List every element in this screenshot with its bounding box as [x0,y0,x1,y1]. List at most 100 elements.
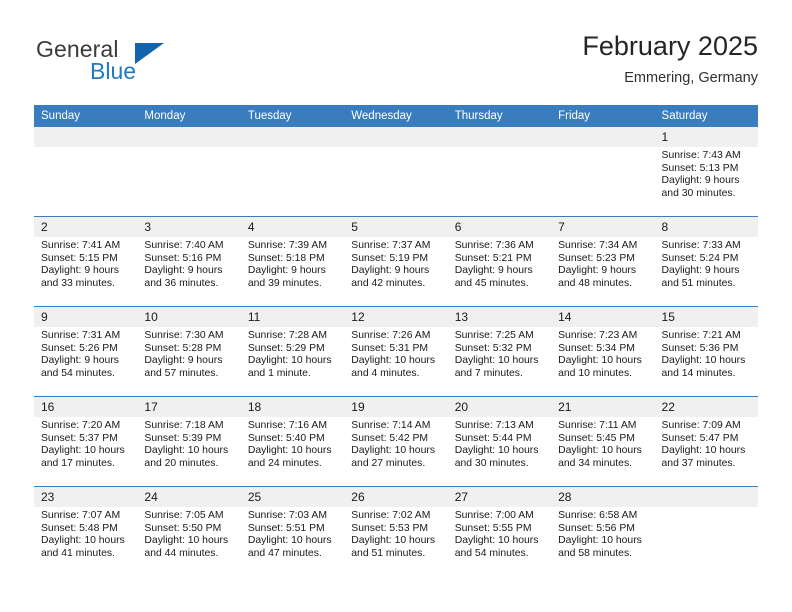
day-sun-info: Sunrise: 7:39 AM Sunset: 5:18 PM Daylight:… [241,237,344,290]
calendar-page: General Blue February 2025 Emmering, Ger… [0,0,792,612]
calendar-day-cell[interactable]: 6 Sunrise: 7:36 AM Sunset: 5:21 PM Daylight… [447,216,552,307]
day-daylight1-text: Daylight: 9 hours [247,265,326,277]
day-number: 24 [137,487,241,507]
calendar-day-cell[interactable]: 1 Sunrise: 7:43 AM Sunset: 5:13 PM Daylight… [654,127,758,217]
day-sunrise-text: Sunrise: 7:37 AM [351,240,431,251]
day-sun-info: Sunrise: 6:58 AM Sunset: 5:56 PM Daylight:… [551,507,654,560]
day-daylight1-text: Daylight: 10 hours [558,445,642,457]
day-sun-info: Sunrise: 7:28 AM Sunset: 5:29 PM Daylight:… [241,327,344,380]
day-number: 26 [344,487,448,507]
calendar-day-cell[interactable]: 19 Sunrise: 7:14 AM Sunset: 5:42 PM Dayligh… [344,396,448,487]
day-daylight2-text: and 42 minutes. [351,277,426,289]
calendar-day-cell[interactable]: 22 Sunrise: 7:09 AM Sunset: 5:47 PM Dayligh… [654,396,758,487]
calendar-day-cell[interactable]: 26 Sunrise: 7:02 AM Sunset: 5:53 PM Dayligh… [344,486,448,576]
calendar-cell-empty [654,486,758,576]
day-number: 4 [240,217,345,237]
day-number: 21 [551,397,655,417]
calendar-day-cell[interactable]: 27 Sunrise: 7:00 AM Sunset: 5:55 PM Dayligh… [447,486,552,576]
day-sunrise-text: Sunrise: 6:58 AM [558,510,638,521]
day-daylight1-text: Daylight: 9 hours [558,265,637,277]
weekday-header-row: Sunday Monday Tuesday Wednesday Thursday… [34,105,758,127]
day-number: 16 [34,397,138,417]
day-number: 1 [654,127,758,147]
day-sunset-text: Sunset: 5:45 PM [558,432,635,444]
calendar-day-cell[interactable]: 5 Sunrise: 7:37 AM Sunset: 5:19 PM Daylight… [344,216,448,307]
calendar-day-cell[interactable]: 7 Sunrise: 7:34 AM Sunset: 5:23 PM Daylight… [551,216,655,307]
day-sun-info: Sunrise: 7:03 AM Sunset: 5:51 PM Daylight:… [241,507,344,560]
day-daylight2-text: and 45 minutes. [454,277,529,289]
calendar-week-row: 16 Sunrise: 7:20 AM Sunset: 5:37 PM Dayligh… [34,396,758,487]
day-sunrise-text: Sunrise: 7:07 AM [41,510,121,521]
day-daylight1-text: Daylight: 10 hours [454,535,539,547]
calendar-day-cell[interactable]: 28 Sunrise: 6:58 AM Sunset: 5:56 PM Dayligh… [551,486,655,576]
day-sun-info: Sunrise: 7:14 AM Sunset: 5:42 PM Daylight:… [344,417,447,470]
day-sunset-text: Sunset: 5:31 PM [351,342,429,354]
calendar-day-cell[interactable]: 14 Sunrise: 7:23 AM Sunset: 5:34 PM Dayligh… [551,306,655,397]
day-daylight1-text: Daylight: 10 hours [41,535,125,547]
calendar-week-row: 23 Sunrise: 7:07 AM Sunset: 5:48 PM Dayligh… [34,486,758,576]
calendar-day-cell[interactable]: 21 Sunrise: 7:11 AM Sunset: 5:45 PM Dayligh… [551,396,655,487]
day-daylight1-text: Daylight: 9 hours [144,355,223,367]
day-daylight2-text: and 36 minutes. [144,277,219,289]
calendar-day-cell[interactable]: 25 Sunrise: 7:03 AM Sunset: 5:51 PM Dayligh… [240,486,345,576]
calendar-day-cell[interactable]: 13 Sunrise: 7:25 AM Sunset: 5:32 PM Dayligh… [447,306,552,397]
day-daylight1-text: Daylight: 10 hours [247,355,332,367]
day-daylight1-text: Daylight: 10 hours [247,445,332,457]
day-daylight2-text: and 57 minutes. [144,367,219,379]
calendar-cell-empty [137,127,241,217]
day-sunrise-text: Sunrise: 7:39 AM [247,240,327,251]
calendar-day-cell[interactable]: 17 Sunrise: 7:18 AM Sunset: 5:39 PM Dayligh… [137,396,241,487]
day-sun-info: Sunrise: 7:13 AM Sunset: 5:44 PM Daylight:… [448,417,551,470]
calendar-day-cell[interactable]: 4 Sunrise: 7:39 AM Sunset: 5:18 PM Daylight… [240,216,345,307]
calendar-body: 1 Sunrise: 7:43 AM Sunset: 5:13 PM Daylight… [34,127,758,576]
day-daylight2-text: and 10 minutes. [558,367,633,379]
day-daylight2-text: and 54 minutes. [454,547,529,559]
day-sunrise-text: Sunrise: 7:18 AM [144,420,224,431]
calendar-day-cell[interactable]: 16 Sunrise: 7:20 AM Sunset: 5:37 PM Dayligh… [34,396,138,487]
calendar-day-cell[interactable]: 9 Sunrise: 7:31 AM Sunset: 5:26 PM Daylight… [34,306,138,397]
day-sunset-text: Sunset: 5:19 PM [351,252,429,264]
day-number: 17 [137,397,241,417]
day-sun-info: Sunrise: 7:36 AM Sunset: 5:21 PM Daylight:… [448,237,551,290]
calendar-day-cell[interactable]: 2 Sunrise: 7:41 AM Sunset: 5:15 PM Daylight… [34,216,138,307]
title-block: February 2025 Emmering, Germany [582,30,758,89]
weekday-header-wednesday: Wednesday [344,105,448,127]
calendar-day-cell[interactable]: 3 Sunrise: 7:40 AM Sunset: 5:16 PM Daylight… [137,216,241,307]
calendar-day-cell[interactable]: 11 Sunrise: 7:28 AM Sunset: 5:29 PM Dayligh… [240,306,345,397]
day-daylight1-text: Daylight: 9 hours [351,265,430,277]
day-number [344,127,448,147]
day-daylight2-text: and 14 minutes. [661,367,736,379]
day-sunrise-text: Sunrise: 7:03 AM [247,510,327,521]
calendar-day-cell[interactable]: 18 Sunrise: 7:16 AM Sunset: 5:40 PM Dayligh… [240,396,345,487]
day-sunset-text: Sunset: 5:53 PM [351,522,429,534]
day-sunset-text: Sunset: 5:37 PM [41,432,118,444]
day-sunset-text: Sunset: 5:26 PM [41,342,118,354]
day-sunrise-text: Sunrise: 7:23 AM [558,330,638,341]
day-sun-info: Sunrise: 7:16 AM Sunset: 5:40 PM Daylight:… [241,417,344,470]
page-title: February 2025 [582,31,758,61]
day-daylight2-text: and 44 minutes. [144,547,219,559]
day-sunrise-text: Sunrise: 7:05 AM [144,510,224,521]
day-sunset-text: Sunset: 5:51 PM [247,522,325,534]
day-number [551,127,655,147]
calendar-day-cell[interactable]: 23 Sunrise: 7:07 AM Sunset: 5:48 PM Dayligh… [34,486,138,576]
day-sunset-text: Sunset: 5:16 PM [144,252,222,264]
calendar-day-cell[interactable]: 15 Sunrise: 7:21 AM Sunset: 5:36 PM Dayligh… [654,306,758,397]
calendar-day-cell[interactable]: 10 Sunrise: 7:30 AM Sunset: 5:28 PM Dayligh… [137,306,241,397]
day-sun-info: Sunrise: 7:20 AM Sunset: 5:37 PM Daylight:… [34,417,137,470]
calendar-day-cell[interactable]: 20 Sunrise: 7:13 AM Sunset: 5:44 PM Dayligh… [447,396,552,487]
day-sunset-text: Sunset: 5:48 PM [41,522,118,534]
generalblue-logo[interactable]: General Blue [34,36,264,94]
day-daylight2-text: and 51 minutes. [351,547,426,559]
day-daylight2-text: and 33 minutes. [41,277,115,289]
day-sunrise-text: Sunrise: 7:33 AM [661,240,741,251]
day-daylight1-text: Daylight: 10 hours [454,355,539,367]
day-sunset-text: Sunset: 5:55 PM [454,522,532,534]
calendar-day-cell[interactable]: 8 Sunrise: 7:33 AM Sunset: 5:24 PM Daylight… [654,216,758,307]
day-sunset-text: Sunset: 5:29 PM [247,342,325,354]
calendar-day-cell[interactable]: 12 Sunrise: 7:26 AM Sunset: 5:31 PM Dayligh… [344,306,448,397]
calendar-day-cell[interactable]: 24 Sunrise: 7:05 AM Sunset: 5:50 PM Dayligh… [137,486,241,576]
day-daylight2-text: and 39 minutes. [247,277,322,289]
day-number: 19 [344,397,448,417]
day-daylight1-text: Daylight: 10 hours [454,445,539,457]
